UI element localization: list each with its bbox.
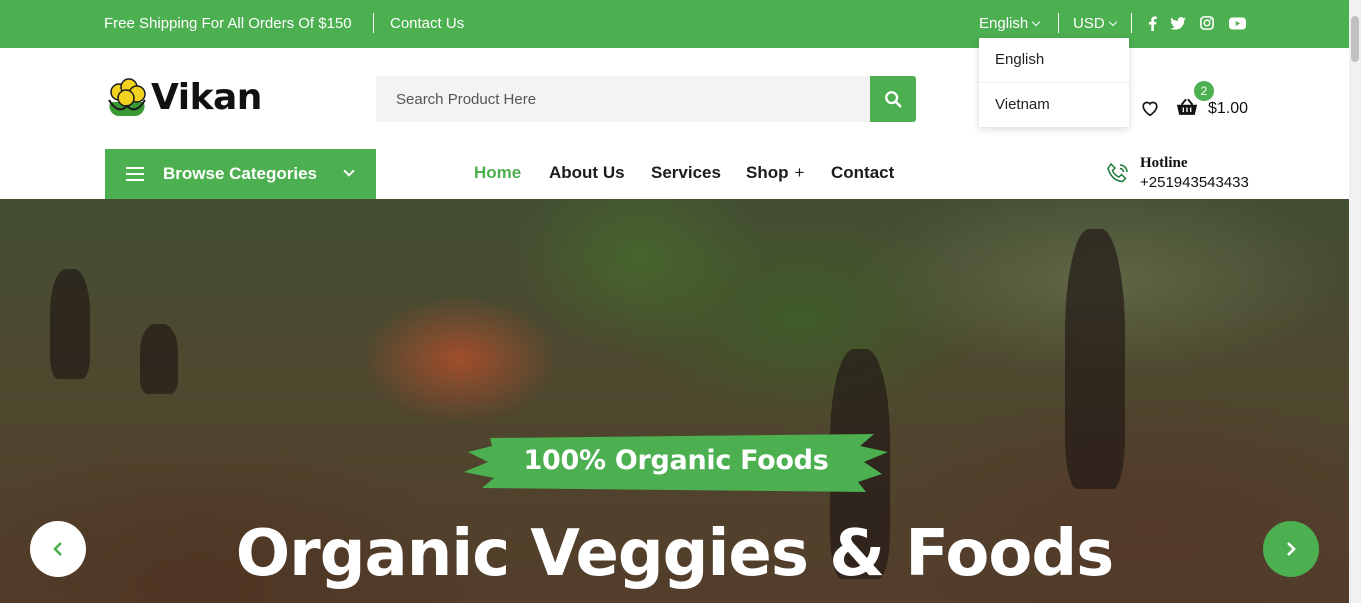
browse-categories-button[interactable]: Browse Categories — [105, 149, 376, 199]
language-selector[interactable]: English — [979, 15, 1041, 32]
nav-item-home[interactable]: Home — [474, 163, 521, 183]
site-logo[interactable]: Vikan — [105, 76, 262, 118]
language-option-vietnam[interactable]: Vietnam — [979, 82, 1129, 126]
chevron-down-icon — [343, 165, 355, 177]
hotline-title: Hotline — [1140, 155, 1188, 171]
search-bar — [376, 76, 916, 122]
cauliflower-logo-icon — [108, 78, 146, 116]
search-button[interactable] — [870, 76, 916, 122]
hamburger-menu-icon — [126, 167, 144, 185]
youtube-icon[interactable] — [1228, 15, 1246, 31]
chevron-left-icon — [53, 542, 62, 556]
scrollbar-thumb[interactable] — [1351, 16, 1359, 62]
phone-icon — [1106, 162, 1130, 191]
divider — [1131, 13, 1132, 33]
divider — [1058, 13, 1059, 33]
cart-total[interactable]: $1.00 — [1208, 100, 1248, 118]
hotline-number[interactable]: +251943543433 — [1140, 174, 1249, 191]
language-option-english[interactable]: English — [979, 38, 1129, 82]
divider — [373, 13, 374, 33]
slider-prev-button[interactable] — [30, 521, 86, 577]
hero-tagline: 100% Organic Foods — [523, 445, 829, 476]
nav-item-shop-label: Shop — [746, 163, 789, 182]
top-bar: Free Shipping For All Orders Of $150 Con… — [0, 0, 1349, 48]
chevron-right-icon — [1287, 542, 1296, 556]
shipping-notice: Free Shipping For All Orders Of $150 — [104, 15, 352, 32]
search-icon — [885, 91, 902, 108]
nav-item-about-us[interactable]: About Us — [549, 163, 625, 183]
nav-item-shop[interactable]: Shop + — [746, 163, 804, 183]
browse-categories-label: Browse Categories — [163, 164, 317, 183]
chevron-down-icon — [1108, 17, 1117, 27]
cart-count-badge: 2 — [1194, 81, 1214, 101]
currency-selector[interactable]: USD — [1073, 15, 1117, 32]
language-dropdown-menu: English Vietnam — [979, 38, 1129, 127]
wishlist-icon[interactable] — [1141, 100, 1159, 122]
slider-next-button[interactable] — [1263, 521, 1319, 577]
nav-item-contact[interactable]: Contact — [831, 163, 894, 183]
hero-slider: 100% Organic Foods Organic Veggies & Foo… — [0, 199, 1349, 603]
language-label: English — [979, 15, 1029, 32]
page-scrollbar[interactable] — [1349, 0, 1361, 603]
contact-us-link[interactable]: Contact Us — [390, 15, 464, 32]
cart-icon[interactable] — [1176, 98, 1198, 122]
nav-item-services[interactable]: Services — [651, 163, 721, 183]
instagram-icon[interactable] — [1199, 15, 1215, 31]
currency-label: USD — [1073, 15, 1105, 32]
chevron-down-icon — [1031, 17, 1041, 27]
plus-icon: + — [794, 163, 805, 182]
facebook-icon[interactable] — [1144, 15, 1160, 31]
twitter-icon[interactable] — [1170, 15, 1186, 31]
brand-name: Vikan — [151, 76, 262, 118]
hero-title: Organic Veggies & Foods — [235, 517, 1115, 591]
search-input[interactable] — [376, 76, 870, 122]
